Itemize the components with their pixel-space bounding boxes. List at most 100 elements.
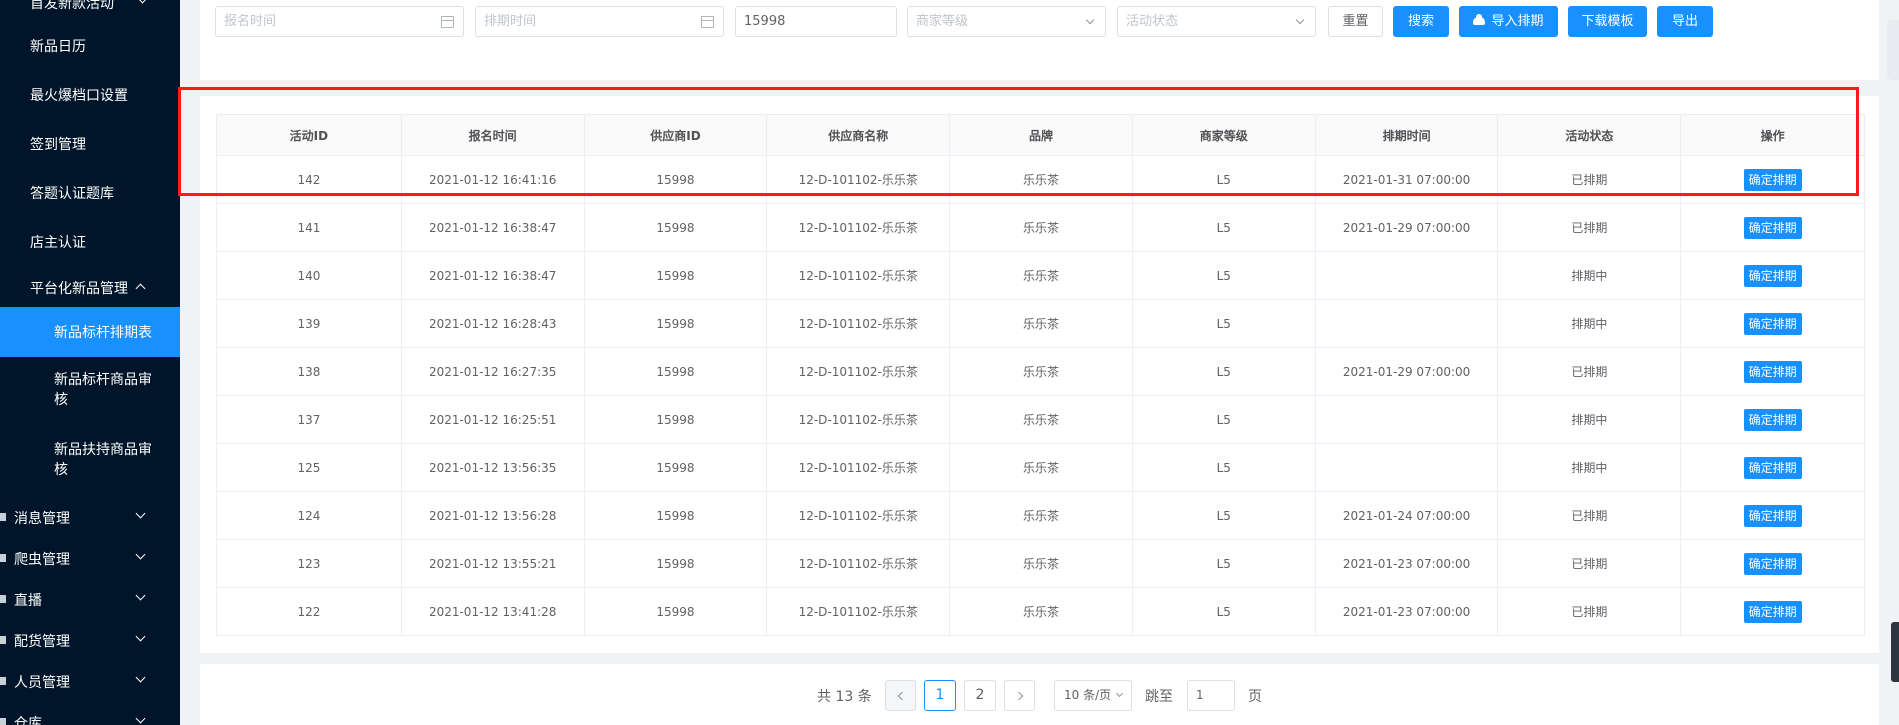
sidebar-item-label: 新品扶持商品审核 <box>54 442 152 478</box>
pagination: 共 13 条 1 2 10 条/页 跳至 1 页 <box>200 664 1879 725</box>
supplier-name-cell: 12-D-101102-乐乐茶 <box>766 540 949 587</box>
table-row: 140 2021-01-12 16:38:47 15998 12-D-101102-乐… <box>217 251 1864 299</box>
confirm-schedule-button[interactable]: 确定排期 <box>1743 504 1802 527</box>
sidebar-group-crawler[interactable]: 爬虫管理 <box>0 549 180 569</box>
menu-bullet-icon <box>0 513 6 521</box>
menu-bullet-icon <box>0 595 6 603</box>
next-page-button[interactable] <box>1004 680 1035 711</box>
brand-cell: 乐乐茶 <box>949 348 1132 395</box>
calendar-icon <box>701 16 714 28</box>
confirm-schedule-button[interactable]: 确定排期 <box>1743 312 1802 335</box>
scrollbar-thumb[interactable] <box>1891 622 1899 682</box>
confirm-schedule-button[interactable]: 确定排期 <box>1743 264 1802 287</box>
signup-time-cell: 2021-01-12 16:41:16 <box>400 156 584 203</box>
brand-cell: 乐乐茶 <box>949 300 1132 347</box>
confirm-schedule-button[interactable]: 确定排期 <box>1743 552 1802 575</box>
activity-status-cell: 已排期 <box>1497 204 1680 251</box>
supplier-id-value: 15998 <box>744 14 786 29</box>
sidebar-item-label: 新品标杆商品审核 <box>54 372 152 408</box>
sidebar-item-support-review[interactable]: 新品扶持商品审核 <box>0 440 180 485</box>
confirm-schedule-button[interactable]: 确定排期 <box>1743 456 1802 479</box>
supplier-id-cell: 15998 <box>583 348 767 395</box>
activity-id-cell: 124 <box>297 508 321 523</box>
confirm-schedule-button[interactable]: 确定排期 <box>1743 216 1802 239</box>
chevron-down-icon <box>135 549 146 560</box>
menu-bullet-icon <box>0 718 6 725</box>
import-schedule-button[interactable]: 导入排期 <box>1459 6 1558 37</box>
supplier-name-cell: 12-D-101102-乐乐茶 <box>766 156 949 203</box>
chevron-left-icon <box>897 691 907 701</box>
sidebar-group-label: 仓库 <box>14 716 42 725</box>
sidebar-item-quiz-bank[interactable]: 答题认证题库 <box>0 183 180 203</box>
sidebar: 首发新款活动 新品日历 最火爆档口设置 签到管理 答题认证题库 店主认证 平台化… <box>0 0 180 725</box>
sidebar-section-platform-new[interactable]: 平台化新品管理 <box>0 278 180 298</box>
supplier-id-cell: 15998 <box>583 588 767 635</box>
schedule-time-cell: 2021-01-23 07:00:00 <box>1314 588 1498 635</box>
activity-status-select[interactable]: 活动状态 <box>1117 6 1316 37</box>
brand-cell: 乐乐茶 <box>949 204 1132 251</box>
sidebar-group-warehouse[interactable]: 仓库 <box>0 713 180 725</box>
sidebar-item-checkin[interactable]: 签到管理 <box>0 134 180 154</box>
supplier-name-cell: 12-D-101102-乐乐茶 <box>766 252 949 299</box>
chevron-down-icon <box>135 672 146 683</box>
brand-cell: 乐乐茶 <box>949 540 1132 587</box>
sidebar-group-messages[interactable]: 消息管理 <box>0 508 180 528</box>
chevron-down-icon <box>1115 689 1124 698</box>
reset-button[interactable]: 重置 <box>1328 6 1383 37</box>
sidebar-item-owner-cert[interactable]: 店主认证 <box>0 232 180 252</box>
table-row: 124 2021-01-12 13:56:28 15998 12-D-101102-乐… <box>217 491 1864 539</box>
merchant-level-cell: L5 <box>1131 444 1315 491</box>
merchant-level-cell: L5 <box>1131 156 1315 203</box>
sidebar-group-personnel[interactable]: 人员管理 <box>0 672 180 692</box>
filter-bar: 报名时间 排期时间 15998 商家等级 活动状态 重置 搜索 导入排期 下载模… <box>200 0 1879 80</box>
sidebar-item-benchmark-schedule[interactable]: 新品标杆排期表 <box>0 307 180 357</box>
signup-time-cell: 2021-01-12 16:38:47 <box>400 252 584 299</box>
sidebar-group-live[interactable]: 直播 <box>0 590 180 610</box>
sidebar-item-label: 答题认证题库 <box>30 186 114 202</box>
sidebar-item-hot-stall[interactable]: 最火爆档口设置 <box>0 85 180 105</box>
merchant-level-select[interactable]: 商家等级 <box>907 6 1106 37</box>
search-button[interactable]: 搜索 <box>1393 6 1449 37</box>
scrollbar-thumb[interactable] <box>1887 20 1899 80</box>
goto-page-value: 1 <box>1196 688 1204 702</box>
chevron-down-icon <box>135 713 146 724</box>
schedule-table: 活动ID 报名时间 供应商ID 供应商名称 品牌 商家等级 排期时间 活动状态 … <box>216 114 1865 636</box>
page-button[interactable]: 1 <box>924 680 956 711</box>
signup-time-picker[interactable]: 报名时间 <box>215 6 464 37</box>
confirm-schedule-button[interactable]: 确定排期 <box>1743 360 1802 383</box>
sidebar-item-new-calendar[interactable]: 新品日历 <box>0 36 180 56</box>
chevron-right-icon <box>1014 691 1024 701</box>
cloud-upload-icon <box>1473 14 1486 25</box>
operation-cell: 确定排期 <box>1680 252 1864 299</box>
activity-status-cell: 排期中 <box>1497 252 1680 299</box>
chevron-down-icon <box>1295 15 1305 25</box>
sidebar-item-label: 签到管理 <box>30 137 86 153</box>
column-header: 商家等级 <box>1131 115 1315 155</box>
activity-status-cell: 已排期 <box>1497 540 1680 587</box>
chevron-up-icon <box>135 283 146 294</box>
prev-page-button[interactable] <box>885 680 916 711</box>
sidebar-item-first-release[interactable]: 首发新款活动 <box>0 0 180 13</box>
table-header-row: 活动ID 报名时间 供应商ID 供应商名称 品牌 商家等级 排期时间 活动状态 … <box>217 115 1864 155</box>
confirm-schedule-button[interactable]: 确定排期 <box>1743 408 1802 431</box>
export-button[interactable]: 导出 <box>1657 6 1713 37</box>
confirm-schedule-button[interactable]: 确定排期 <box>1743 168 1802 191</box>
brand-cell: 乐乐茶 <box>949 252 1132 299</box>
column-header: 供应商名称 <box>766 115 949 155</box>
schedule-time-picker[interactable]: 排期时间 <box>475 6 724 37</box>
supplier-name-cell: 12-D-101102-乐乐茶 <box>766 444 949 491</box>
goto-page-input[interactable]: 1 <box>1187 680 1235 711</box>
confirm-schedule-button[interactable]: 确定排期 <box>1743 600 1802 623</box>
supplier-name-cell: 12-D-101102-乐乐茶 <box>766 300 949 347</box>
supplier-id-input[interactable]: 15998 <box>735 6 897 37</box>
sidebar-group-label: 直播 <box>14 593 42 609</box>
sidebar-item-benchmark-review[interactable]: 新品标杆商品审核 <box>0 370 180 415</box>
chevron-down-icon <box>135 508 146 519</box>
page-button[interactable]: 2 <box>964 680 996 711</box>
page-size-select[interactable]: 10 条/页 <box>1054 680 1132 711</box>
operation-cell: 确定排期 <box>1680 588 1864 635</box>
download-template-button[interactable]: 下载模板 <box>1568 6 1647 37</box>
activity-status-cell: 已排期 <box>1497 348 1680 395</box>
sidebar-group-distribution[interactable]: 配货管理 <box>0 631 180 651</box>
supplier-id-cell: 15998 <box>583 204 767 251</box>
